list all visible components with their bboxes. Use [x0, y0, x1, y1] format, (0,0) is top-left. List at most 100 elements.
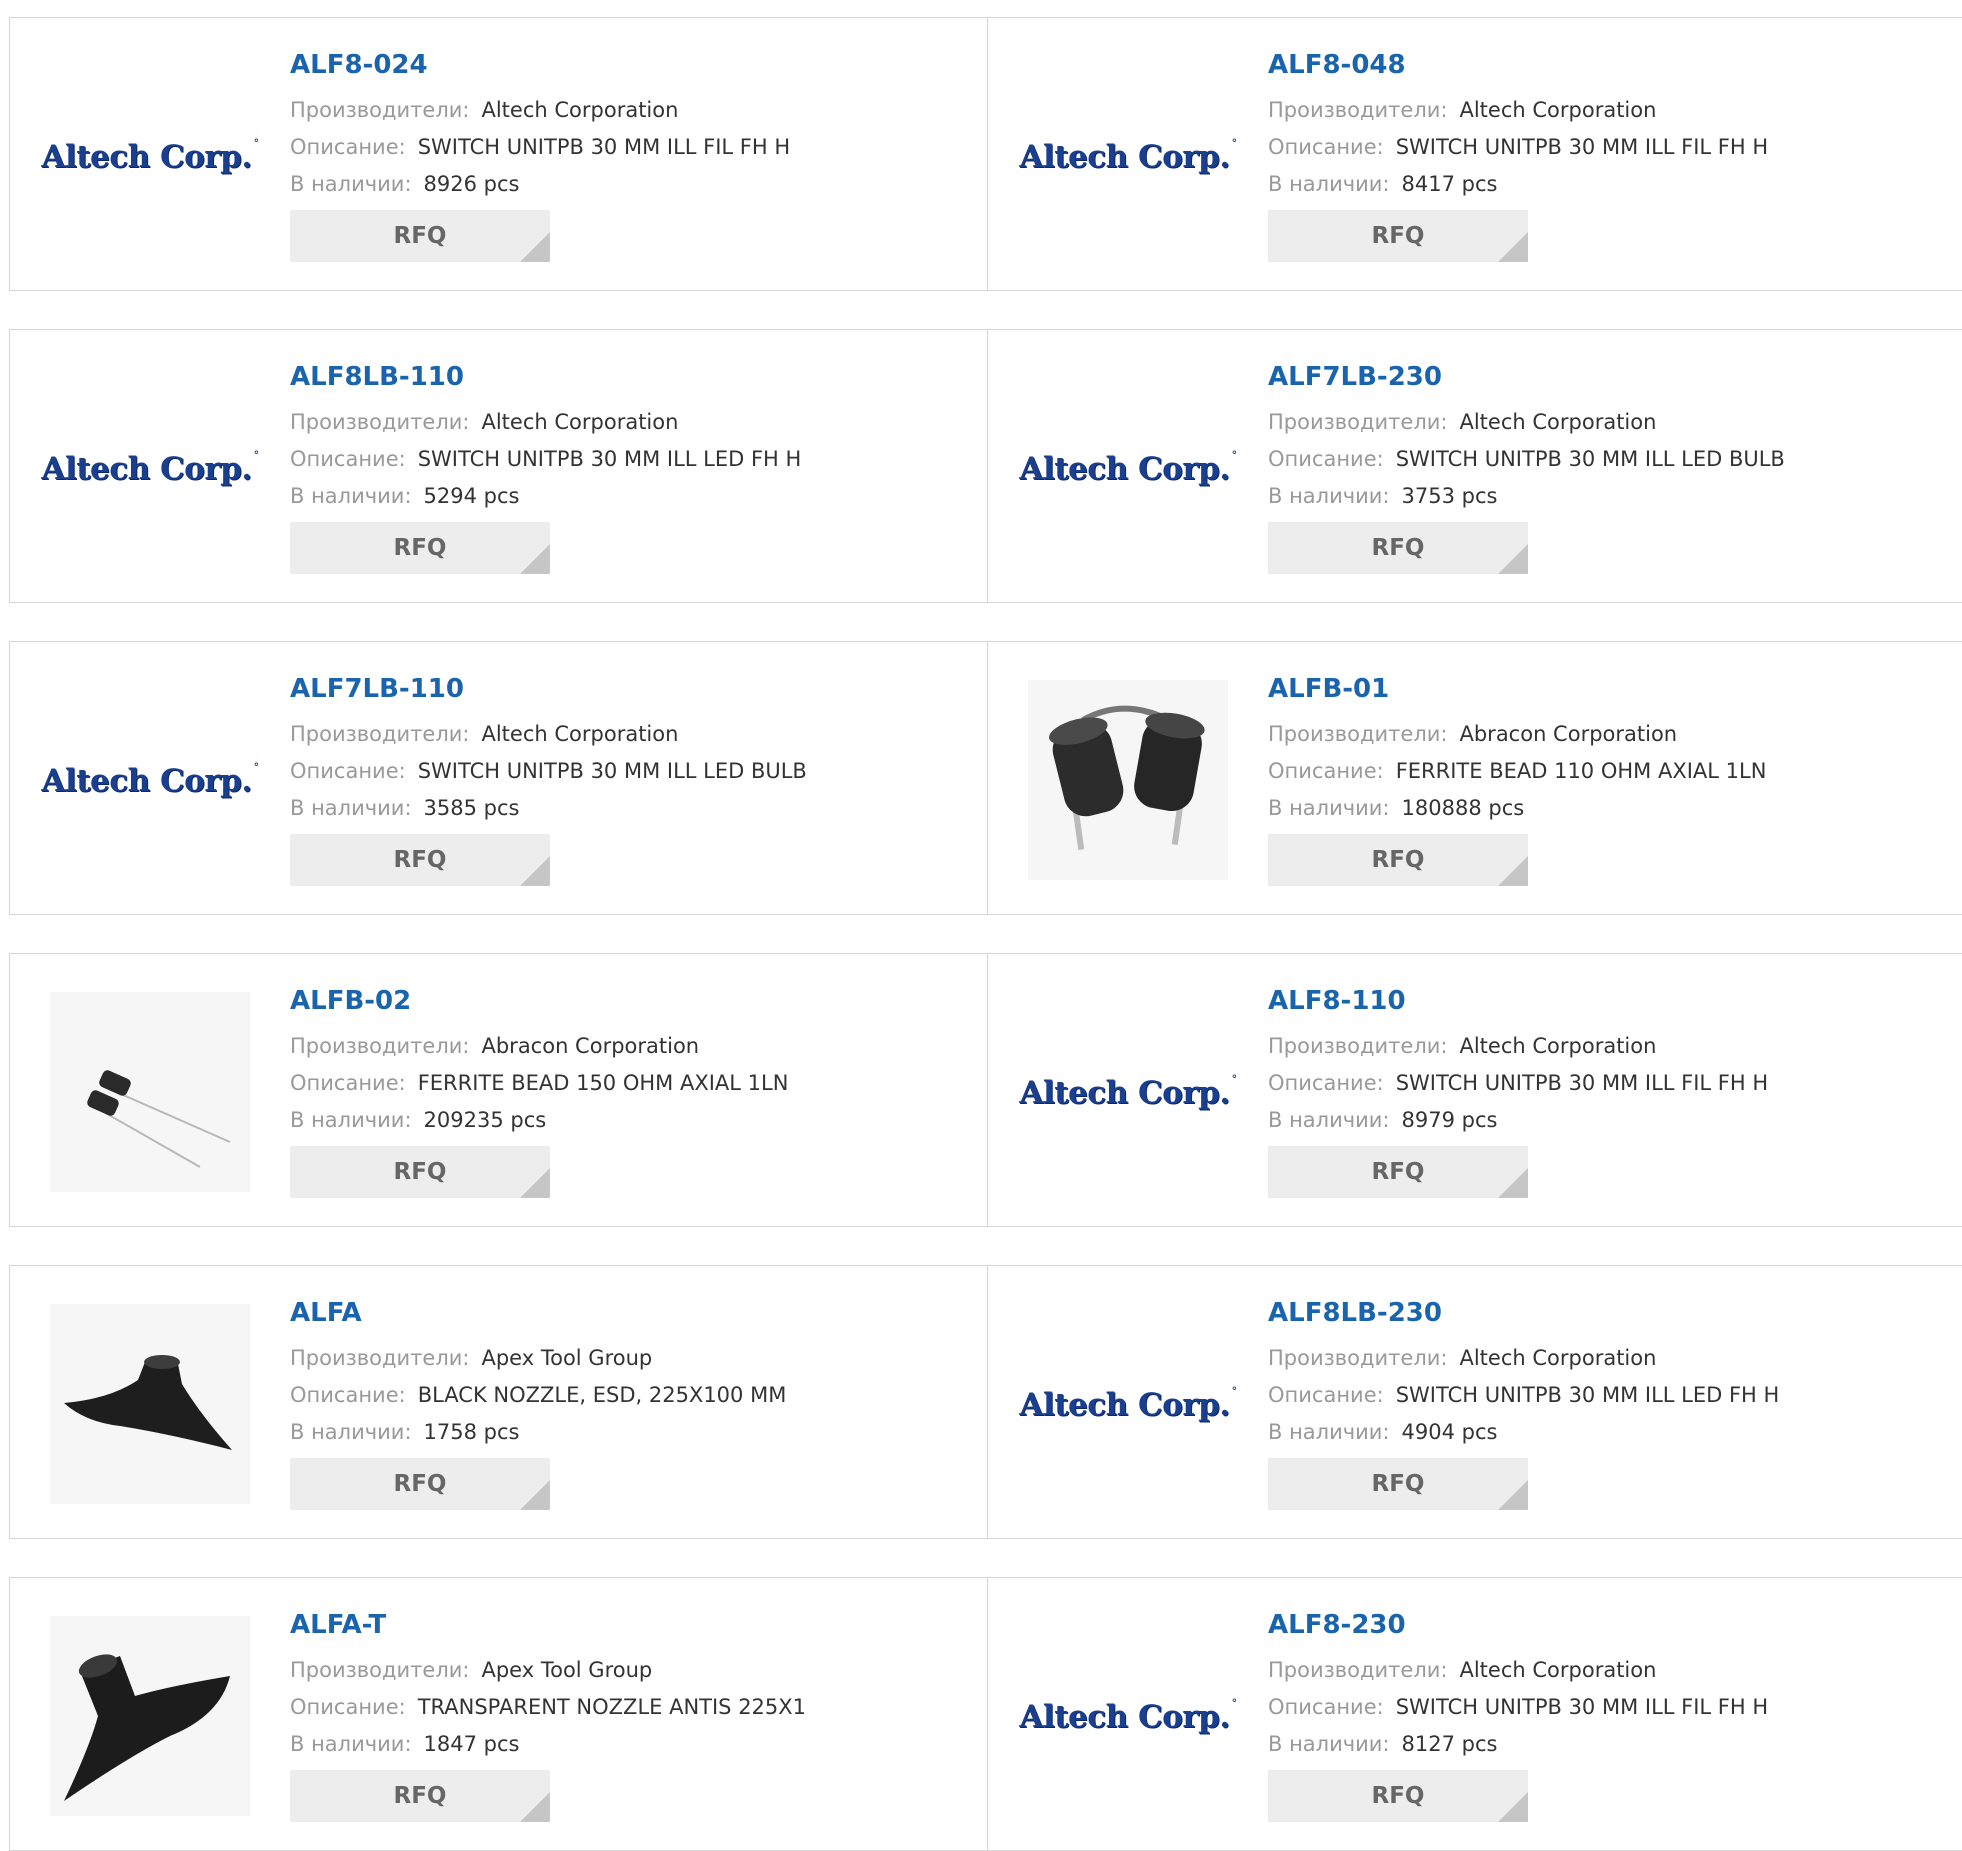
product-card: Altech Corp. ° ALF8-024 Производители: Alte…: [10, 18, 987, 290]
product-card: ALFB-02 Производители: Abracon Corporation…: [10, 954, 987, 1226]
part-number-link[interactable]: ALF8-230: [1268, 1608, 1958, 1642]
part-number-link[interactable]: ALF7LB-230: [1268, 360, 1958, 394]
stock-row: В наличии: 8127 pcs: [1268, 1726, 1958, 1763]
product-info: ALFA Производители: Apex Tool Group Описани…: [290, 1296, 980, 1510]
description-label: Описание:: [1268, 135, 1384, 159]
stock-row: В наличии: 8417 pcs: [1268, 166, 1958, 203]
product-image[interactable]: Altech Corp. °: [1019, 368, 1237, 568]
product-card: Altech Corp. ° ALF8-110 Производители: Alte…: [987, 954, 1962, 1226]
rfq-label: RFQ: [393, 1471, 447, 1497]
corner-triangle-icon: [1498, 1792, 1528, 1822]
manufacturer-label: Производители:: [1268, 1346, 1448, 1370]
description-row: Описание: SWITCH UNITPB 30 MM ILL FIL FH …: [1268, 1689, 1958, 1726]
description-label: Описание:: [1268, 447, 1384, 471]
rfq-button[interactable]: RFQ: [290, 834, 550, 886]
product-image[interactable]: Altech Corp. °: [1019, 1616, 1237, 1816]
stock-row: В наличии: 3585 pcs: [290, 790, 980, 827]
corner-triangle-icon: [1498, 544, 1528, 574]
product-info: ALF7LB-110 Производители: Altech Corporati…: [290, 672, 980, 886]
product-info: ALFB-01 Производители: Abracon Corporation…: [1268, 672, 1958, 886]
manufacturer-row: Производители: Altech Corporation: [1268, 92, 1958, 129]
rfq-button[interactable]: RFQ: [1268, 834, 1528, 886]
corner-triangle-icon: [520, 544, 550, 574]
corner-triangle-icon: [1498, 1480, 1528, 1510]
part-number-link[interactable]: ALF8LB-110: [290, 360, 980, 394]
product-image[interactable]: Altech Corp. °: [1019, 56, 1237, 256]
product-card: Altech Corp. ° ALF8LB-110 Производители: Al…: [10, 330, 987, 602]
part-number-link[interactable]: ALF7LB-110: [290, 672, 980, 706]
manufacturer-label: Производители:: [1268, 1658, 1448, 1682]
stock-label: В наличии:: [290, 1420, 412, 1444]
part-number-link[interactable]: ALFB-02: [290, 984, 980, 1018]
product-info: ALF8LB-110 Производители: Altech Corporati…: [290, 360, 980, 574]
product-image[interactable]: [50, 1616, 250, 1816]
manufacturer-value: Altech Corporation: [1459, 98, 1657, 122]
rfq-label: RFQ: [1371, 223, 1425, 249]
rfq-button[interactable]: RFQ: [1268, 1146, 1528, 1198]
manufacturer-value: Abracon Corporation: [481, 1034, 700, 1058]
product-image[interactable]: Altech Corp. °: [1019, 1304, 1237, 1504]
description-row: Описание: TRANSPARENT NOZZLE ANTIS 225X1: [290, 1689, 980, 1726]
product-image[interactable]: [50, 992, 250, 1192]
description-value: FERRITE BEAD 110 OHM AXIAL 1LN: [1395, 759, 1767, 783]
product-row: ALFB-02 Производители: Abracon Corporation…: [9, 953, 1962, 1227]
product-image[interactable]: Altech Corp. °: [1019, 992, 1237, 1192]
description-label: Описание:: [1268, 1383, 1384, 1407]
part-number-link[interactable]: ALF8-024: [290, 48, 980, 82]
product-card: ALFB-01 Производители: Abracon Corporation…: [987, 642, 1962, 914]
rfq-button[interactable]: RFQ: [1268, 1770, 1528, 1822]
product-image[interactable]: [50, 1304, 250, 1504]
stock-label: В наличии:: [1268, 484, 1390, 508]
manufacturer-row: Производители: Apex Tool Group: [290, 1652, 980, 1689]
rfq-label: RFQ: [1371, 535, 1425, 561]
product-image[interactable]: Altech Corp. °: [41, 368, 259, 568]
stock-value: 8926 pcs: [423, 172, 520, 196]
manufacturer-value: Altech Corporation: [1459, 1346, 1657, 1370]
manufacturer-label: Производители:: [1268, 722, 1448, 746]
manufacturer-row: Производители: Altech Corporation: [1268, 404, 1958, 441]
stock-value: 8127 pcs: [1401, 1732, 1498, 1756]
part-number-link[interactable]: ALF8-110: [1268, 984, 1958, 1018]
part-number-link[interactable]: ALFB-01: [1268, 672, 1958, 706]
manufacturer-value: Apex Tool Group: [481, 1346, 653, 1370]
altech-corp-logo: Altech Corp. °: [1019, 1073, 1237, 1111]
part-number-link[interactable]: ALFA: [290, 1296, 980, 1330]
product-info: ALFB-02 Производители: Abracon Corporation…: [290, 984, 980, 1198]
rfq-button[interactable]: RFQ: [1268, 522, 1528, 574]
rfq-button[interactable]: RFQ: [290, 210, 550, 262]
stock-row: В наличии: 209235 pcs: [290, 1102, 980, 1139]
product-card: ALFA Производители: Apex Tool Group Описани…: [10, 1266, 987, 1538]
part-number-link[interactable]: ALF8LB-230: [1268, 1296, 1958, 1330]
rfq-button[interactable]: RFQ: [1268, 1458, 1528, 1510]
rfq-button[interactable]: RFQ: [290, 1770, 550, 1822]
description-value: SWITCH UNITPB 30 MM ILL FIL FH H: [1395, 1071, 1769, 1095]
stock-label: В наличии:: [1268, 1420, 1390, 1444]
product-image[interactable]: Altech Corp. °: [41, 680, 259, 880]
part-number-link[interactable]: ALF8-048: [1268, 48, 1958, 82]
stock-label: В наличии:: [290, 1732, 412, 1756]
description-value: SWITCH UNITPB 30 MM ILL FIL FH H: [417, 135, 791, 159]
description-label: Описание:: [1268, 759, 1384, 783]
rfq-label: RFQ: [1371, 1159, 1425, 1185]
rfq-button[interactable]: RFQ: [1268, 210, 1528, 262]
stock-value: 1847 pcs: [423, 1732, 520, 1756]
description-value: SWITCH UNITPB 30 MM ILL FIL FH H: [1395, 1695, 1769, 1719]
manufacturer-value: Abracon Corporation: [1459, 722, 1678, 746]
stock-label: В наличии:: [1268, 172, 1390, 196]
rfq-button[interactable]: RFQ: [290, 522, 550, 574]
rfq-button[interactable]: RFQ: [290, 1146, 550, 1198]
product-image[interactable]: [1028, 680, 1228, 880]
product-row: Altech Corp. ° ALF8-024 Производители: Alte…: [9, 17, 1962, 291]
product-image[interactable]: Altech Corp. °: [41, 56, 259, 256]
rfq-button[interactable]: RFQ: [290, 1458, 550, 1510]
stock-row: В наличии: 1847 pcs: [290, 1726, 980, 1763]
part-number-link[interactable]: ALFA-T: [290, 1608, 980, 1642]
description-label: Описание:: [290, 759, 406, 783]
stock-value: 1758 pcs: [423, 1420, 520, 1444]
stock-label: В наличии:: [290, 484, 412, 508]
stock-row: В наличии: 5294 pcs: [290, 478, 980, 515]
stock-row: В наличии: 8926 pcs: [290, 166, 980, 203]
stock-value: 3585 pcs: [423, 796, 520, 820]
rfq-label: RFQ: [393, 847, 447, 873]
altech-corp-logo: Altech Corp. °: [41, 449, 259, 487]
